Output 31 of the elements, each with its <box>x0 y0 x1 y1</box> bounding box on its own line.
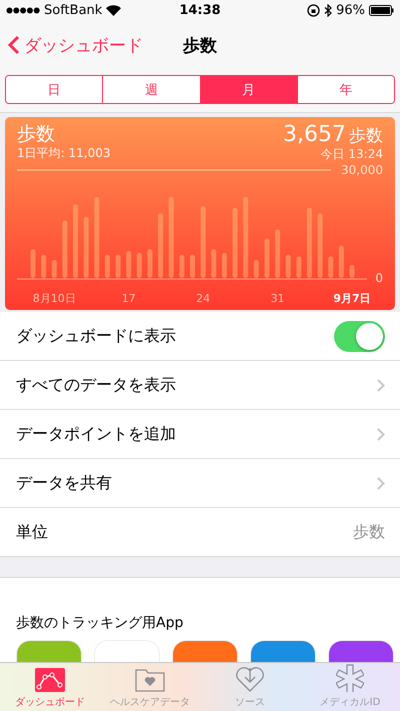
segment-tab[interactable]: 年 <box>296 76 394 103</box>
carrier-name: SoftBank <box>44 2 102 18</box>
daily-average: 1日平均: 11,003 <box>17 146 110 161</box>
axis-label: 24 <box>196 292 210 305</box>
axis-label: 17 <box>122 292 136 305</box>
row-label[interactable]: すべてのデータを表示 <box>16 374 377 396</box>
tab-bar-item[interactable]: ダッシュボード <box>0 663 100 711</box>
card-title: 歩数 <box>17 123 56 146</box>
battery-percent: 96% <box>336 2 366 18</box>
back-button[interactable]: ダッシュボード <box>0 34 143 56</box>
row-label[interactable]: データを共有 <box>16 472 377 494</box>
segment-tab[interactable]: 週 <box>102 76 200 103</box>
nav-title: 歩数 <box>183 34 217 56</box>
updated-time: 今日 13:24 <box>320 147 383 162</box>
segment-tab[interactable]: 月 <box>200 76 297 103</box>
segment-tab[interactable]: 日 <box>6 76 102 103</box>
row-label[interactable]: データポイントを追加 <box>16 424 377 444</box>
axis-label: 31 <box>270 292 285 305</box>
clock: 14:38 <box>179 2 221 18</box>
axis-label: 8月10日 <box>32 292 76 305</box>
row-label: ダッシュボードに表示 <box>16 326 177 346</box>
tab-bar-item[interactable]: メディカルID <box>300 663 400 711</box>
tab-bar-item[interactable]: ヘルスケアデータ <box>100 663 200 711</box>
unit-value: 歩数 <box>353 522 385 542</box>
axis-label: 9月7日 <box>333 292 371 305</box>
tab-bar-item[interactable]: ソース <box>200 663 300 711</box>
axis-label: 0 <box>375 271 383 285</box>
axis-label: 30,000 <box>341 163 383 177</box>
section-heading: 歩数のトラッキング用App <box>16 614 184 632</box>
row-label: 単位 <box>16 522 49 542</box>
step-total: 3,657 歩数 <box>283 123 383 147</box>
